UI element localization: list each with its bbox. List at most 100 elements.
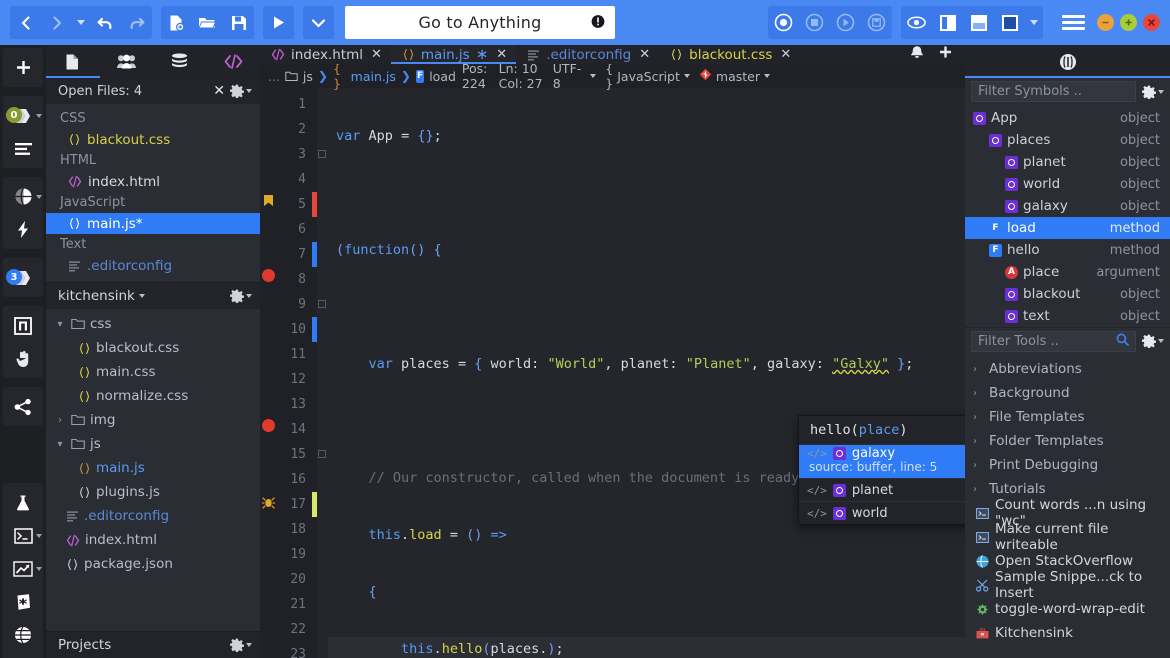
bookmark-icon[interactable]	[263, 192, 274, 211]
tool-toggle-word-wrap[interactable]: toggle-word-wrap-edit	[965, 597, 1170, 621]
chevron-right-icon[interactable]: ›	[973, 364, 983, 375]
chevron-right-icon[interactable]: ›	[973, 412, 983, 423]
open-files-settings[interactable]	[230, 84, 252, 98]
symbol-app[interactable]: App object	[965, 107, 1170, 129]
tool-kitchensink[interactable]: Kitchensink	[965, 621, 1170, 645]
open-file-index-html[interactable]: index.html	[46, 171, 260, 192]
globe-icon[interactable]	[3, 180, 43, 213]
minimize-icon[interactable]	[1097, 14, 1114, 31]
lines-icon[interactable]	[3, 132, 43, 165]
tree-file-blackout-css[interactable]: blackout.css	[46, 336, 260, 360]
tree-folder-img[interactable]: › img	[46, 408, 260, 432]
language-indicator[interactable]: { } JavaScript	[605, 61, 690, 91]
code-lines[interactable]: var App = {}; (function() { var places =…	[328, 88, 965, 658]
tool-folder-templates[interactable]: › Folder Templates	[965, 429, 1170, 453]
sidebar-tab-team[interactable]	[100, 45, 154, 78]
tree-folder-js[interactable]: ▾ js	[46, 432, 260, 456]
tools-settings[interactable]	[1142, 334, 1164, 348]
close-icon[interactable]: ✕	[639, 47, 650, 62]
autocomplete-item-planet[interactable]: </> planet object	[799, 478, 965, 501]
maximize-icon[interactable]	[1120, 14, 1137, 31]
filter-symbols-input[interactable]: Filter Symbols ..	[971, 81, 1136, 102]
gutter-markers[interactable]	[260, 88, 276, 658]
tree-file-index-html[interactable]: index.html	[46, 528, 260, 552]
breadcrumb-item-js[interactable]: js	[303, 69, 313, 84]
tool-background[interactable]: › Background	[965, 381, 1170, 405]
chevron-right-icon[interactable]: ›	[54, 415, 66, 426]
breakpoint-icon[interactable]	[262, 419, 275, 432]
layout-left-icon[interactable]	[932, 6, 963, 39]
open-file-blackout-css[interactable]: blackout.css	[46, 129, 260, 150]
info-icon[interactable]	[591, 13, 605, 32]
project-settings[interactable]	[230, 289, 252, 303]
tool-file-templates[interactable]: › File Templates	[965, 405, 1170, 429]
tree-file-main-css[interactable]: main.css	[46, 360, 260, 384]
symbols-tab[interactable]	[965, 45, 1170, 78]
chevron-down-icon[interactable]	[303, 6, 334, 39]
breakpoint-icon[interactable]	[262, 269, 275, 282]
chevron-down-icon[interactable]	[36, 195, 42, 199]
chevron-down-icon[interactable]: ▾	[54, 319, 66, 330]
chevron-right-icon[interactable]: ›	[973, 484, 983, 495]
sidebar-tab-code[interactable]	[207, 45, 261, 78]
go-to-anything-input[interactable]: Go to Anything	[345, 6, 615, 39]
open-file-editorconfig[interactable]: .editorconfig	[46, 255, 260, 276]
editor-tab-editorconfig[interactable]: .editorconfig ✕	[516, 45, 659, 64]
close-icon[interactable]: ✕	[496, 47, 507, 62]
chevron-down-icon[interactable]	[246, 294, 252, 298]
save-icon[interactable]	[223, 6, 254, 39]
symbols-settings[interactable]	[1142, 85, 1164, 99]
editor-tab-index-html[interactable]: index.html ✕	[260, 45, 391, 64]
hand-icon[interactable]	[3, 342, 43, 375]
snippet-icon[interactable]	[3, 585, 43, 618]
chevron-down-icon[interactable]	[36, 567, 42, 571]
undo-button[interactable]	[90, 6, 121, 39]
git-branch[interactable]: master	[699, 68, 770, 84]
symbol-galaxy[interactable]: galaxy object	[965, 195, 1170, 217]
chevron-down-icon[interactable]	[684, 74, 690, 78]
symbol-places[interactable]: places object	[965, 129, 1170, 151]
layout-right-icon[interactable]	[994, 6, 1025, 39]
tree-file-main-js[interactable]: main.js	[46, 456, 260, 480]
chevron-right-icon[interactable]: ›	[973, 436, 983, 447]
chevron-down-icon[interactable]	[1158, 339, 1164, 343]
projects-panel-header[interactable]: Projects	[46, 631, 260, 658]
chevron-down-icon[interactable]	[246, 89, 252, 93]
fold-toggle[interactable]	[318, 450, 326, 458]
projects-settings[interactable]	[230, 638, 252, 652]
project-header[interactable]: kitchensink	[46, 282, 260, 309]
chevron-down-icon[interactable]	[764, 74, 770, 78]
back-button[interactable]	[10, 6, 41, 39]
tool-make-writeable[interactable]: Make current file writeable	[965, 525, 1170, 549]
bolt-icon[interactable]	[3, 213, 43, 246]
tree-file-normalize-css[interactable]: normalize.css	[46, 384, 260, 408]
symbol-load[interactable]: F load method	[965, 217, 1170, 239]
layout-bottom-icon[interactable]	[963, 6, 994, 39]
breadcrumb-ellipsis[interactable]: ...	[268, 69, 280, 84]
redo-button[interactable]	[121, 6, 152, 39]
symbol-text[interactable]: text object	[965, 305, 1170, 327]
editor-tab-blackout-css[interactable]: blackout.css ✕	[659, 45, 800, 64]
open-files-close-all[interactable]: ✕	[213, 83, 225, 99]
tool-abbreviations[interactable]: › Abbreviations	[965, 357, 1170, 381]
filter-tools-input[interactable]: Filter Tools ..	[971, 331, 1136, 352]
chevron-down-icon[interactable]	[139, 294, 145, 298]
search-icon[interactable]	[1116, 333, 1129, 350]
close-icon[interactable]: ✕	[780, 47, 791, 62]
bug-icon[interactable]	[262, 494, 275, 513]
symbol-planet[interactable]: planet object	[965, 151, 1170, 173]
chevron-down-icon[interactable]	[590, 74, 596, 78]
symbol-place[interactable]: A place argument	[965, 261, 1170, 283]
encoding[interactable]: UTF-8	[553, 61, 582, 91]
tree-file-package-json[interactable]: package.json	[46, 552, 260, 576]
record-icon[interactable]	[768, 6, 799, 39]
close-icon[interactable]	[1143, 14, 1160, 31]
layout-dropdown-icon[interactable]	[1025, 6, 1043, 39]
symbol-world[interactable]: world object	[965, 173, 1170, 195]
breadcrumb-item-load[interactable]: load	[429, 69, 456, 84]
eye-icon[interactable]	[901, 6, 932, 39]
breadcrumb-item-main-js[interactable]: main.js	[351, 69, 396, 84]
play-icon[interactable]	[830, 6, 861, 39]
terminal-icon[interactable]	[3, 519, 43, 552]
flask-icon[interactable]	[3, 486, 43, 519]
